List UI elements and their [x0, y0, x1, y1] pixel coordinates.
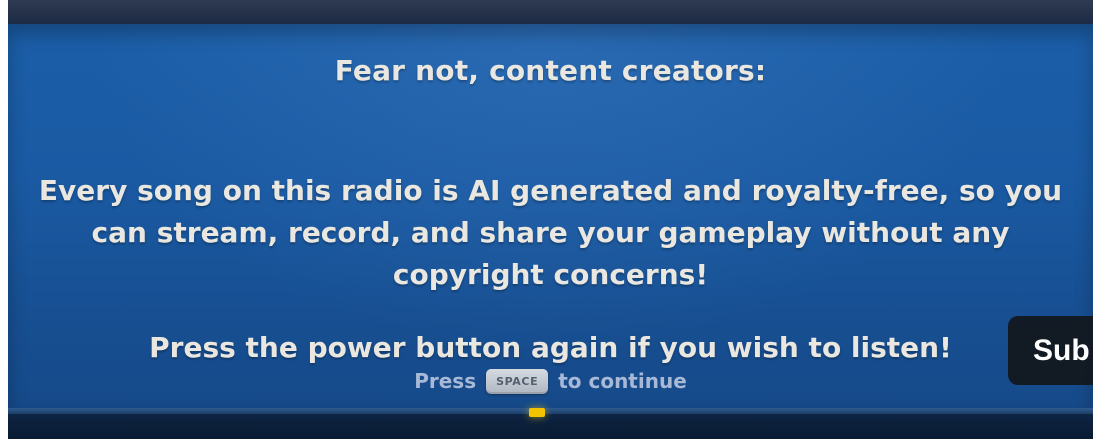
subtitles-button-label: Sub: [1033, 333, 1090, 367]
space-key-hint[interactable]: SPACE: [486, 369, 549, 394]
bottom-bar-lip: [8, 408, 1093, 414]
bottom-bar: [8, 408, 1093, 439]
subtitles-button[interactable]: Sub: [1008, 316, 1093, 385]
game-screen: Fear not, content creators: Every song o…: [0, 0, 1093, 439]
notice-body: Every song on this radio is AI generated…: [38, 174, 1063, 291]
continue-suffix: to continue: [558, 368, 687, 393]
continue-prompt: Press SPACE to continue: [8, 368, 1093, 394]
radio-notice-panel: Fear not, content creators: Every song o…: [8, 24, 1093, 408]
notice-headline: Fear not, content creators:: [334, 54, 767, 87]
notice-content: Fear not, content creators: Every song o…: [8, 24, 1093, 408]
continue-prefix: Press: [414, 368, 477, 393]
top-frame: [8, 0, 1093, 24]
progress-marker: [529, 408, 545, 417]
power-button-hint: Press the power button again if you wish…: [149, 331, 952, 364]
